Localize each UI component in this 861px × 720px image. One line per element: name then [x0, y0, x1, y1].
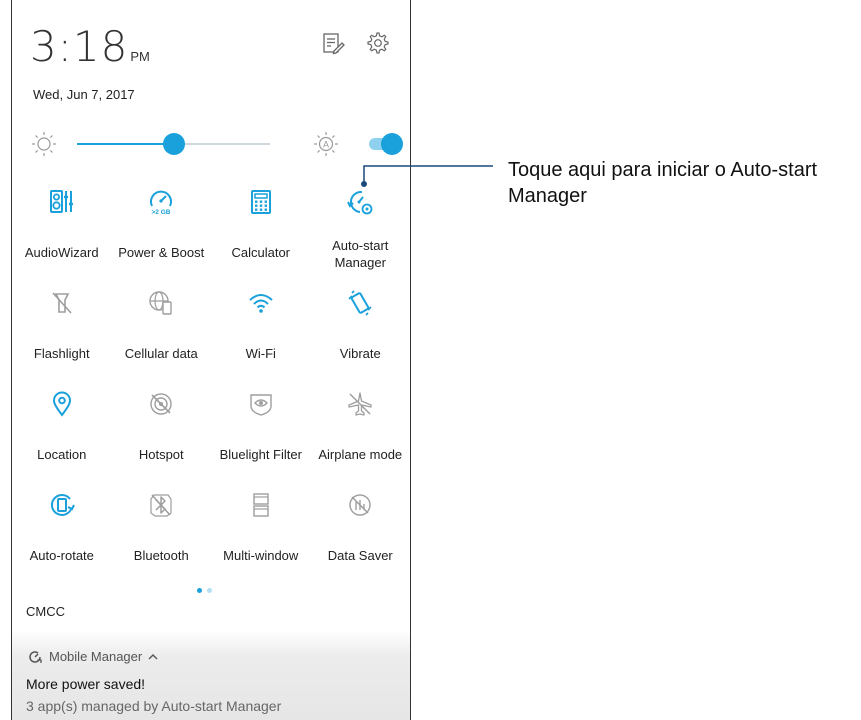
tile-label: Location — [37, 447, 87, 462]
quick-settings-panel: 3:18 PM Wed, Jun 7, 2017 A AudioWizard >… — [11, 0, 411, 720]
tile-label: Calculator — [231, 245, 291, 260]
notification-title: More power saved! — [26, 676, 146, 692]
tile-row: Auto-rotate Bluetooth Multi-window Data … — [12, 481, 410, 582]
tile-multi-window[interactable]: Multi-window — [211, 481, 311, 582]
audiowizard-icon — [49, 190, 73, 213]
page-dot-active — [197, 588, 202, 593]
tile-auto-rotate[interactable]: Auto-rotate — [12, 481, 112, 582]
tile-row: AudioWizard >2 GB Power & Boost Calculat… — [12, 178, 410, 279]
tile-bluetooth[interactable]: Bluetooth — [112, 481, 212, 582]
tile-label: AudioWizard — [24, 245, 99, 260]
tile-data-saver[interactable]: Data Saver — [311, 481, 411, 582]
clock-time: 3:18 — [30, 22, 129, 71]
edit-icon[interactable] — [321, 31, 345, 55]
brightness-slider-fill — [77, 143, 174, 145]
bluelight-filter-icon — [250, 394, 272, 416]
gear-icon[interactable] — [366, 31, 390, 55]
tile-label: Auto-rotate — [29, 548, 94, 563]
calculator-icon — [250, 190, 271, 214]
toggle-thumb — [381, 133, 403, 155]
tile-bluelight-filter[interactable]: Bluelight Filter — [211, 380, 311, 481]
multi-window-icon — [253, 493, 269, 517]
clock: 3:18 PM — [30, 26, 150, 68]
tile-label-text: Auto-start Manager — [332, 238, 389, 270]
callout-text: Toque aqui para iniciar o Auto-start Man… — [508, 159, 818, 207]
clock-ampm: PM — [130, 49, 150, 64]
tile-power-boost[interactable]: >2 GB Power & Boost — [112, 178, 212, 279]
brightness-slider-thumb[interactable] — [162, 133, 185, 155]
hotspot-icon — [150, 393, 172, 415]
auto-start-manager-icon — [347, 190, 373, 215]
tile-calculator[interactable]: Calculator — [211, 178, 311, 279]
tile-label: Cellular data — [124, 346, 198, 361]
tile-flashlight[interactable]: Flashlight — [12, 279, 112, 380]
tile-label: Hotspot — [138, 447, 184, 462]
page-dot — [207, 588, 212, 593]
carrier-label: CMCC — [26, 604, 65, 619]
quick-tiles-grid: AudioWizard >2 GB Power & Boost Calculat… — [12, 178, 410, 582]
tile-vibrate[interactable]: Vibrate — [311, 279, 411, 380]
auto-brightness-toggle[interactable] — [369, 132, 403, 156]
notification-header: Mobile Manager — [28, 649, 159, 664]
tile-row: Location Hotspot Bluelight Filter Airpla… — [12, 380, 410, 481]
airplane-icon — [348, 392, 372, 416]
tile-label: Flashlight — [33, 346, 90, 361]
auto-rotate-icon — [50, 493, 75, 516]
brightness-slider[interactable] — [77, 133, 270, 155]
tile-label: Data Saver — [327, 548, 393, 563]
tile-label: Multi-window — [223, 548, 299, 563]
tile-row: Flashlight Cellular data Wi-Fi Vibrate — [12, 279, 410, 380]
tile-label: Wi-Fi — [245, 346, 276, 361]
notification-app-name: Mobile Manager — [49, 649, 143, 664]
tile-airplane-mode[interactable]: Airplane mode — [311, 380, 411, 481]
flashlight-icon — [52, 292, 72, 314]
tile-hotspot[interactable]: Hotspot — [112, 380, 212, 481]
wifi-icon — [249, 294, 273, 313]
tile-label: Airplane mode — [318, 447, 403, 462]
tile-auto-start-manager[interactable]: Auto-start Manager — [311, 178, 411, 279]
tile-wifi[interactable]: Wi-Fi — [211, 279, 311, 380]
callout-line — [361, 165, 493, 187]
auto-brightness-icon: A — [314, 132, 338, 156]
tile-cellular-data[interactable]: Cellular data — [112, 279, 212, 380]
notification-card[interactable]: Mobile Manager More power saved! 3 app(s… — [12, 630, 410, 720]
tile-location[interactable]: Location — [12, 380, 112, 481]
page-indicator — [197, 588, 212, 593]
location-icon — [52, 391, 71, 417]
power-boost-badge: >2 GB — [152, 209, 171, 216]
brightness-low-icon — [32, 132, 56, 156]
chevron-up-icon[interactable] — [147, 652, 159, 662]
data-saver-icon — [349, 494, 371, 516]
auto-brightness-label: A — [323, 140, 329, 150]
tile-label: Bluetooth — [133, 548, 189, 563]
tile-label: Vibrate — [339, 346, 381, 361]
tile-label: Bluelight Filter — [219, 447, 302, 462]
power-boost-icon: >2 GB — [150, 190, 173, 216]
tile-audiowizard[interactable]: AudioWizard — [12, 178, 112, 279]
tile-label: Auto-start Manager — [311, 237, 411, 271]
brightness-row: A — [12, 128, 410, 160]
date-label: Wed, Jun 7, 2017 — [33, 87, 135, 102]
bluetooth-icon — [150, 494, 172, 517]
cellular-data-icon — [149, 291, 172, 315]
tile-label: Power & Boost — [118, 245, 205, 260]
notification-body: 3 app(s) managed by Auto-start Manager — [26, 698, 282, 714]
mobile-manager-icon — [29, 650, 42, 663]
vibrate-icon — [348, 290, 372, 316]
